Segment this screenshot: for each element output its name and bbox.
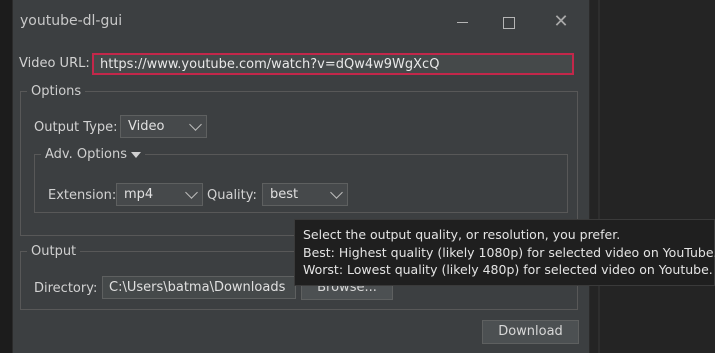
title-bar[interactable]: youtube-dl-gui ✕ [13, 0, 589, 44]
url-label: Video URL: [19, 56, 90, 71]
adv-options-title: Adv. Options [45, 147, 128, 162]
output-type-value: Video [128, 119, 165, 134]
background-left [0, 0, 12, 353]
output-type-select[interactable]: Video [120, 115, 207, 138]
chevron-down-icon [189, 118, 202, 131]
extension-select[interactable]: mp4 [116, 183, 203, 206]
close-icon: ✕ [553, 11, 569, 32]
tooltip-line: Worst: Lowest quality (likely 480p) for … [303, 262, 713, 277]
adv-options-toggle[interactable]: Adv. Options [41, 147, 145, 162]
output-group-title: Output [31, 244, 77, 259]
directory-label: Directory: [34, 281, 98, 296]
maximize-icon [503, 16, 515, 29]
triangle-down-icon [131, 151, 142, 158]
tooltip-line: Best: Highest quality (likely 1080p) for… [303, 244, 715, 260]
minimize-icon [456, 22, 468, 23]
tooltip-line: Select the output quality, or resolution… [303, 227, 621, 242]
download-button[interactable]: Download [482, 320, 579, 344]
extension-label: Extension: [48, 188, 117, 203]
chevron-down-icon [185, 186, 198, 199]
quality-value: best [270, 187, 299, 202]
maximize-button[interactable] [489, 8, 529, 36]
video-url-input[interactable] [92, 53, 574, 75]
background-divider [598, 0, 600, 353]
window-title: youtube-dl-gui [20, 13, 123, 29]
close-button[interactable]: ✕ [541, 8, 581, 36]
quality-select[interactable]: best [262, 183, 348, 206]
output-type-label: Output Type: [34, 120, 118, 135]
quality-label: Quality: [207, 188, 257, 203]
background-right [590, 0, 715, 353]
chevron-down-icon [330, 186, 343, 199]
quality-tooltip: Select the output quality, or resolution… [294, 219, 715, 286]
minimize-button[interactable] [442, 8, 482, 36]
options-group-title: Options [31, 84, 82, 99]
directory-input[interactable]: C:\Users\batma\Downloads [102, 276, 296, 299]
extension-value: mp4 [124, 187, 154, 202]
app-window: youtube-dl-gui ✕ Video URL: Options Outp… [12, 0, 590, 353]
